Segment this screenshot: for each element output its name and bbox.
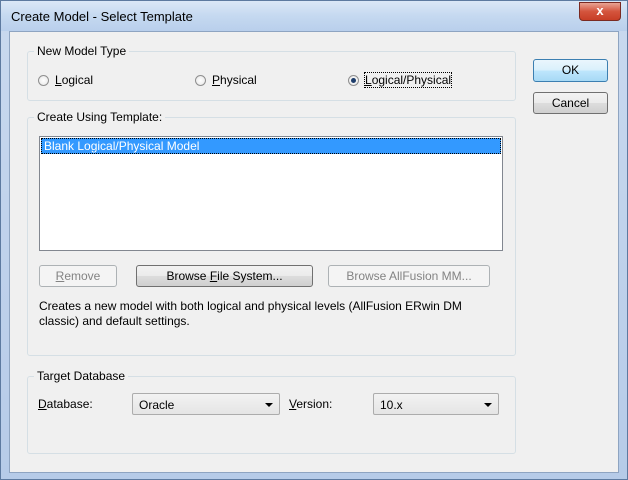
dialog-client-area: New Model Type Logical Physical Logical/… <box>9 31 619 473</box>
model-type-group: New Model Type Logical Physical Logical/… <box>27 44 516 101</box>
radio-icon <box>195 74 206 86</box>
radio-logical-physical-label: Logical/Physical <box>363 72 453 88</box>
close-button[interactable]: x <box>579 2 621 21</box>
model-type-group-label: New Model Type <box>34 44 130 58</box>
database-select[interactable]: Oracle <box>132 393 280 415</box>
radio-logical-physical[interactable]: Logical/Physical <box>348 72 453 88</box>
dialog-window: Create Model - Select Template x New Mod… <box>0 0 628 480</box>
radio-physical[interactable]: Physical <box>195 73 257 87</box>
template-description: Creates a new model with both logical an… <box>39 299 462 328</box>
database-label: Database: <box>38 397 93 411</box>
template-group-label: Create Using Template: <box>34 110 166 124</box>
chevron-down-icon <box>265 403 273 407</box>
radio-icon <box>38 74 49 86</box>
version-select[interactable]: 10.x <box>373 393 499 415</box>
target-database-group: Target Database Database: Oracle Version… <box>27 369 516 454</box>
remove-button[interactable]: Remove <box>39 265 117 287</box>
radio-physical-label: Physical <box>212 73 257 87</box>
target-database-group-label: Target Database <box>34 369 129 383</box>
chevron-down-icon <box>484 403 492 407</box>
template-listbox[interactable]: Blank Logical/Physical Model <box>39 136 503 251</box>
version-label: Version: <box>289 397 333 411</box>
radio-icon <box>348 74 359 86</box>
close-icon: x <box>596 3 604 18</box>
template-group: Create Using Template: Blank Logical/Phy… <box>27 110 516 356</box>
database-select-value: Oracle <box>139 398 175 412</box>
list-item[interactable]: Blank Logical/Physical Model <box>41 138 501 154</box>
cancel-button[interactable]: Cancel <box>533 92 608 114</box>
window-title: Create Model - Select Template <box>11 9 193 24</box>
radio-logical-label: Logical <box>55 73 94 87</box>
version-select-value: 10.x <box>380 398 403 412</box>
title-bar[interactable]: Create Model - Select Template x <box>1 1 627 31</box>
radio-logical[interactable]: Logical <box>38 73 93 87</box>
ok-button[interactable]: OK <box>533 59 608 82</box>
browse-allfusion-mm-button[interactable]: Browse AllFusion MM... <box>328 265 490 287</box>
browse-file-system-button[interactable]: Browse File System... <box>136 265 313 287</box>
